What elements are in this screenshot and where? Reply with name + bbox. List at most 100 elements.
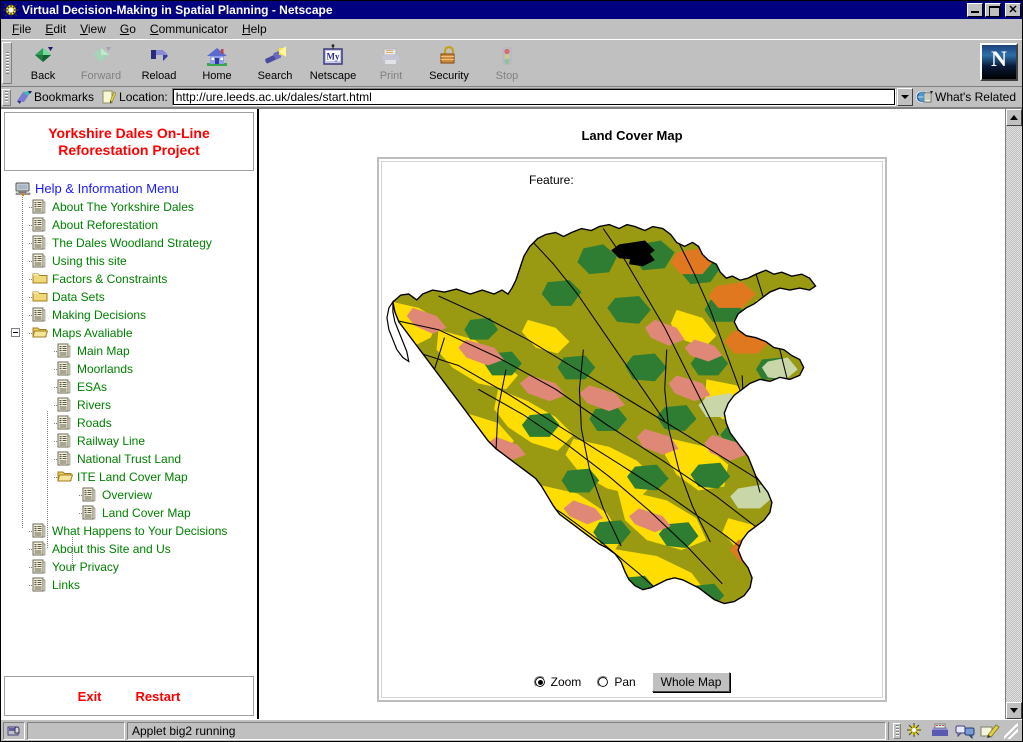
menu-view[interactable]: View <box>73 20 113 38</box>
close-button[interactable]: ✕ <box>1005 3 1021 17</box>
tree-item-roads[interactable]: Roads <box>7 414 257 432</box>
svg-text:My: My <box>327 52 340 62</box>
document-icon <box>32 235 48 251</box>
home-button[interactable]: Home <box>188 42 246 86</box>
document-icon <box>57 415 73 431</box>
tree-item-factors-constraints[interactable]: Factors & Constraints <box>7 270 257 288</box>
sidebar-footer: Exit Restart <box>4 676 254 716</box>
maximize-button[interactable] <box>985 3 1001 17</box>
scrollbar-track[interactable] <box>1006 126 1022 702</box>
location-label: Location: <box>119 90 168 104</box>
tree-item-about-this-site-and-us[interactable]: About this Site and Us <box>7 540 257 558</box>
scroll-down-button[interactable] <box>1006 702 1022 719</box>
tree-item-the-dales-woodland-strategy[interactable]: The Dales Woodland Strategy <box>7 234 257 252</box>
tree-label: Your Privacy <box>52 560 119 574</box>
location-dropdown-button[interactable] <box>897 88 913 106</box>
tree-label: Railway Line <box>77 434 146 448</box>
browser-window: Virtual Decision-Making in Spatial Plann… <box>0 0 1023 742</box>
tree-label: Making Decisions <box>52 308 147 322</box>
stop-button[interactable]: Stop <box>478 42 536 86</box>
land-cover-map-canvas[interactable] <box>379 189 885 659</box>
document-icon <box>57 451 73 467</box>
tree-item-what-happens-to-your-decisions[interactable]: What Happens to Your Decisions <box>7 522 257 540</box>
window-title: Virtual Decision-Making in Spatial Plann… <box>22 3 333 17</box>
toolbar-grip[interactable] <box>2 42 12 84</box>
search-button[interactable]: Search <box>246 42 304 86</box>
print-button[interactable]: Print <box>362 42 420 86</box>
sidebar-frame: Yorkshire Dales On-Line Reforestation Pr… <box>1 109 259 719</box>
printer-icon <box>378 44 404 69</box>
menu-bar: File Edit View Go Communicator Help <box>1 19 1022 39</box>
pan-radio-option[interactable]: Pan <box>597 675 636 689</box>
resize-grip[interactable] <box>1004 722 1018 739</box>
forward-button[interactable]: Forward <box>72 42 130 86</box>
collapse-toggle-maps[interactable] <box>11 328 20 337</box>
locationbar-grip[interactable] <box>2 88 11 106</box>
tree-item-national-trust-land[interactable]: National Trust Land <box>7 450 257 468</box>
document-icon <box>57 361 73 377</box>
pan-radio-button[interactable] <box>597 676 610 688</box>
back-button[interactable]: Back <box>14 42 72 86</box>
tree-item-rivers[interactable]: Rivers <box>7 396 257 414</box>
tree-label: Roads <box>77 416 112 430</box>
component-bar-grip[interactable] <box>893 722 901 739</box>
component-bar <box>888 721 1020 740</box>
chevron-down-icon <box>901 95 909 99</box>
security-button[interactable]: Security <box>420 42 478 86</box>
menu-communicator[interactable]: Communicator <box>143 20 235 38</box>
composer-icon[interactable] <box>979 722 1001 739</box>
folder-open-icon <box>57 469 74 485</box>
tree-item-using-this-site[interactable]: Using this site <box>7 252 257 270</box>
minimize-button[interactable] <box>967 3 983 17</box>
tree-label: Land Cover Map <box>102 506 191 520</box>
tree-item-esas[interactable]: ESAs <box>7 378 257 396</box>
print-label: Print <box>379 70 403 82</box>
map-controls: Zoom Pan Whole Map <box>379 672 885 692</box>
tree-item-making-decisions[interactable]: Making Decisions <box>7 306 257 324</box>
status-bar: Applet big2 running <box>1 719 1022 741</box>
tree-item-ite-land-cover-map[interactable]: ITE Land Cover Map <box>7 468 257 486</box>
tree-item-data-sets[interactable]: Data Sets <box>7 288 257 306</box>
reload-button[interactable]: Reload <box>130 42 188 86</box>
mailbox-icon[interactable] <box>929 722 951 739</box>
netscape-logo[interactable]: N <box>980 43 1018 81</box>
navigator-icon[interactable] <box>904 722 926 739</box>
vertical-scrollbar[interactable] <box>1005 109 1022 719</box>
tree-item-maps-avaliable[interactable]: Maps Avaliable <box>7 324 257 342</box>
zoom-radio-option[interactable]: Zoom <box>533 675 581 689</box>
bookmarks-button[interactable]: Bookmarks <box>13 89 100 105</box>
tree-label: About Reforestation <box>52 218 159 232</box>
location-input[interactable] <box>171 88 896 106</box>
tree-item-moorlands[interactable]: Moorlands <box>7 360 257 378</box>
netscape-app-icon <box>3 3 19 17</box>
tree-item-links[interactable]: Links <box>7 576 257 594</box>
tree-item-land-cover-map[interactable]: Land Cover Map <box>7 504 257 522</box>
tree-item-your-privacy[interactable]: Your Privacy <box>7 558 257 576</box>
tree-item-about-reforestation[interactable]: About Reforestation <box>7 216 257 234</box>
tree-item-overview[interactable]: Overview <box>7 486 257 504</box>
discussion-groups-icon[interactable] <box>954 722 976 740</box>
folder-icon <box>32 271 48 287</box>
tree-label: Data Sets <box>52 290 105 304</box>
tree-label: About this Site and Us <box>52 542 171 556</box>
tree-item-railway-line[interactable]: Railway Line <box>7 432 257 450</box>
tree-item-main-map[interactable]: Main Map <box>7 342 257 360</box>
netscape-button[interactable]: My Netscape <box>304 42 362 86</box>
menu-edit[interactable]: Edit <box>38 20 73 38</box>
tree-label: Maps Avaliable <box>52 326 133 340</box>
whats-related-button[interactable]: What's Related <box>915 89 1022 105</box>
whole-map-button[interactable]: Whole Map <box>651 672 731 692</box>
chevron-down-icon <box>1010 708 1018 713</box>
restart-link[interactable]: Restart <box>136 689 181 704</box>
menu-go[interactable]: Go <box>113 20 143 38</box>
bookmark-flag-icon <box>15 89 32 105</box>
exit-link[interactable]: Exit <box>78 689 102 704</box>
security-lock-icon[interactable] <box>3 721 25 740</box>
tree-item-about-the-yorkshire-dales[interactable]: About The Yorkshire Dales <box>7 198 257 216</box>
tree-item-help-information-menu[interactable]: Help & Information Menu <box>7 180 257 198</box>
land-cover-map-svg[interactable] <box>379 189 885 659</box>
zoom-radio-button[interactable] <box>533 676 546 688</box>
scroll-up-button[interactable] <box>1006 109 1022 126</box>
menu-file[interactable]: File <box>5 20 38 38</box>
menu-help[interactable]: Help <box>235 20 274 38</box>
